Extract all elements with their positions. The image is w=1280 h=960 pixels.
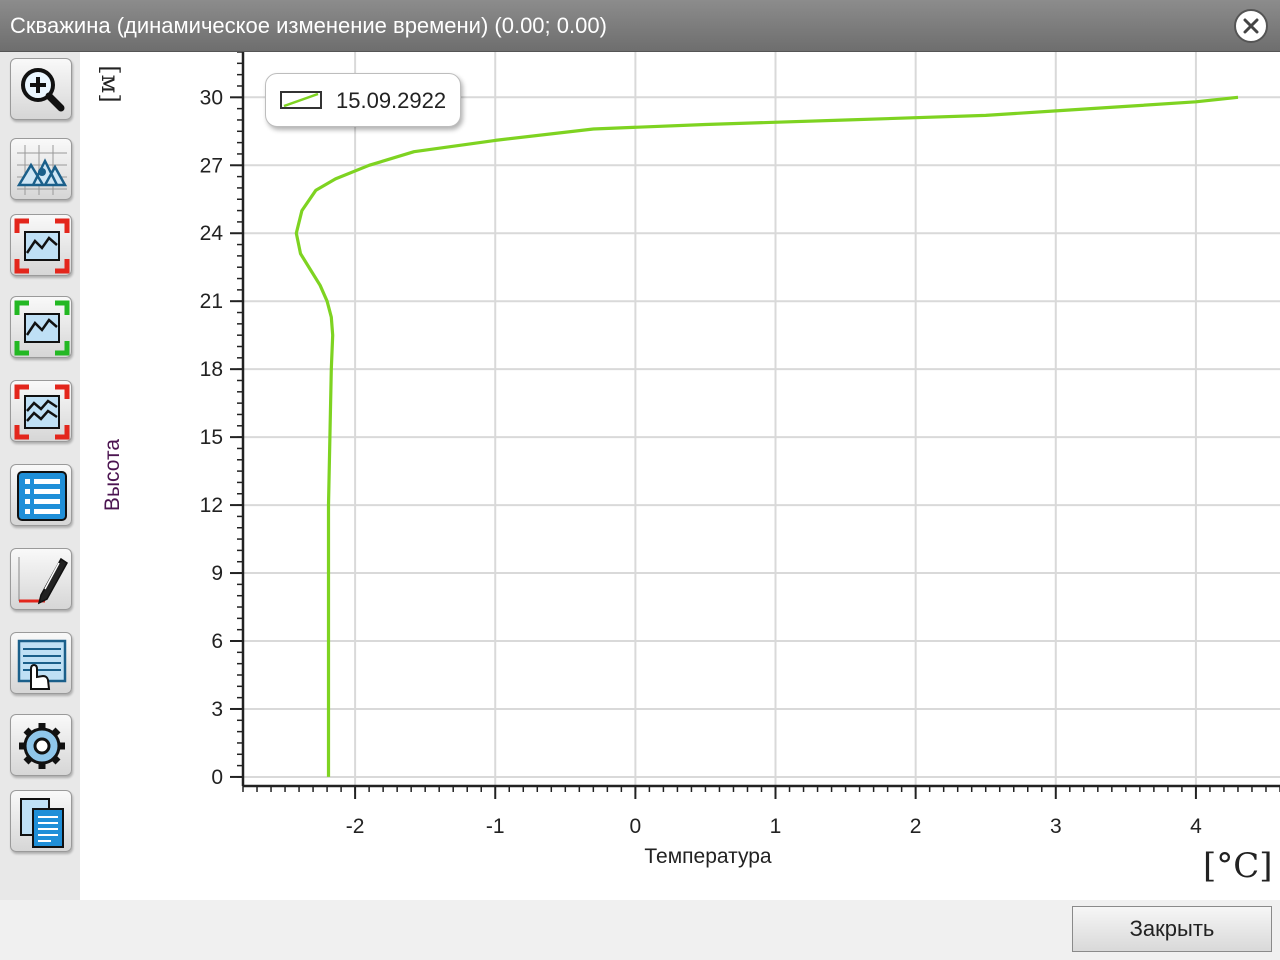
chart-layers-button[interactable] <box>10 138 72 200</box>
title-bar: Скважина (динамическое изменение времени… <box>0 0 1280 52</box>
y-tick-label: 27 <box>200 154 223 177</box>
table-select-button[interactable] <box>10 632 72 694</box>
x-tick-label: -2 <box>346 815 365 838</box>
y-tick-label: 3 <box>211 698 223 721</box>
fit-view-red-button[interactable] <box>10 214 72 276</box>
chart-layers-icon <box>16 145 68 195</box>
y-tick-label: 15 <box>200 426 223 449</box>
zoom-in-button[interactable] <box>10 58 72 120</box>
list-icon <box>17 471 67 521</box>
edit-pen-icon <box>18 557 68 605</box>
settings-icon <box>19 723 65 769</box>
close-icon <box>1243 18 1259 34</box>
y-tick-label: 18 <box>200 358 223 381</box>
y-tick-label: 0 <box>211 766 223 789</box>
multi-series-icon <box>14 384 70 440</box>
plot-area[interactable]: -2 -1 0 1 2 3 4 0 3 6 9 12 15 18 21 24 27 30 <box>80 52 1280 900</box>
x-tick-label: 4 <box>1190 815 1202 838</box>
legend-series-label: 15.09.2922 <box>336 88 447 113</box>
y-axis-title: Высота <box>101 438 124 512</box>
y-tick-label: 12 <box>200 494 223 517</box>
x-axis-unit: [°C] <box>1203 846 1273 886</box>
footer-bar: Закрыть <box>0 900 1280 960</box>
x-tick-label: -1 <box>486 815 505 838</box>
x-axis-title: Температура <box>644 845 772 868</box>
close-button[interactable]: Закрыть <box>1072 906 1272 952</box>
chart-legend: 15.09.2922 <box>265 73 461 127</box>
temperature-height-chart[interactable]: -2 -1 0 1 2 3 4036912151821242730 <box>80 52 1280 900</box>
y-tick-label: 30 <box>200 86 223 109</box>
window-title: Скважина (динамическое изменение времени… <box>10 13 607 38</box>
legend-swatch <box>280 91 322 109</box>
table-hand-icon <box>17 639 67 690</box>
copy-button[interactable] <box>10 790 72 852</box>
fit-view-green-button[interactable] <box>10 296 72 358</box>
y-tick-label: 24 <box>200 222 224 245</box>
x-tick-label: 0 <box>630 815 642 838</box>
fit-green-icon <box>14 300 70 356</box>
copy-icon <box>20 798 64 848</box>
edit-button[interactable] <box>10 548 72 610</box>
left-toolbar <box>0 52 80 902</box>
zoom-in-icon <box>21 68 65 112</box>
y-axis-unit: [м] <box>96 65 124 103</box>
close-window-button[interactable] <box>1234 9 1268 43</box>
x-tick-label: 1 <box>770 815 782 838</box>
list-button[interactable] <box>10 464 72 526</box>
x-tick-label: 2 <box>910 815 922 838</box>
y-tick-label: 6 <box>211 630 223 653</box>
x-tick-label: 3 <box>1050 815 1062 838</box>
y-tick-label: 9 <box>211 562 223 585</box>
fit-red-icon <box>14 218 70 274</box>
settings-button[interactable] <box>10 714 72 776</box>
y-tick-label: 21 <box>200 290 223 313</box>
multi-series-button[interactable] <box>10 380 72 442</box>
